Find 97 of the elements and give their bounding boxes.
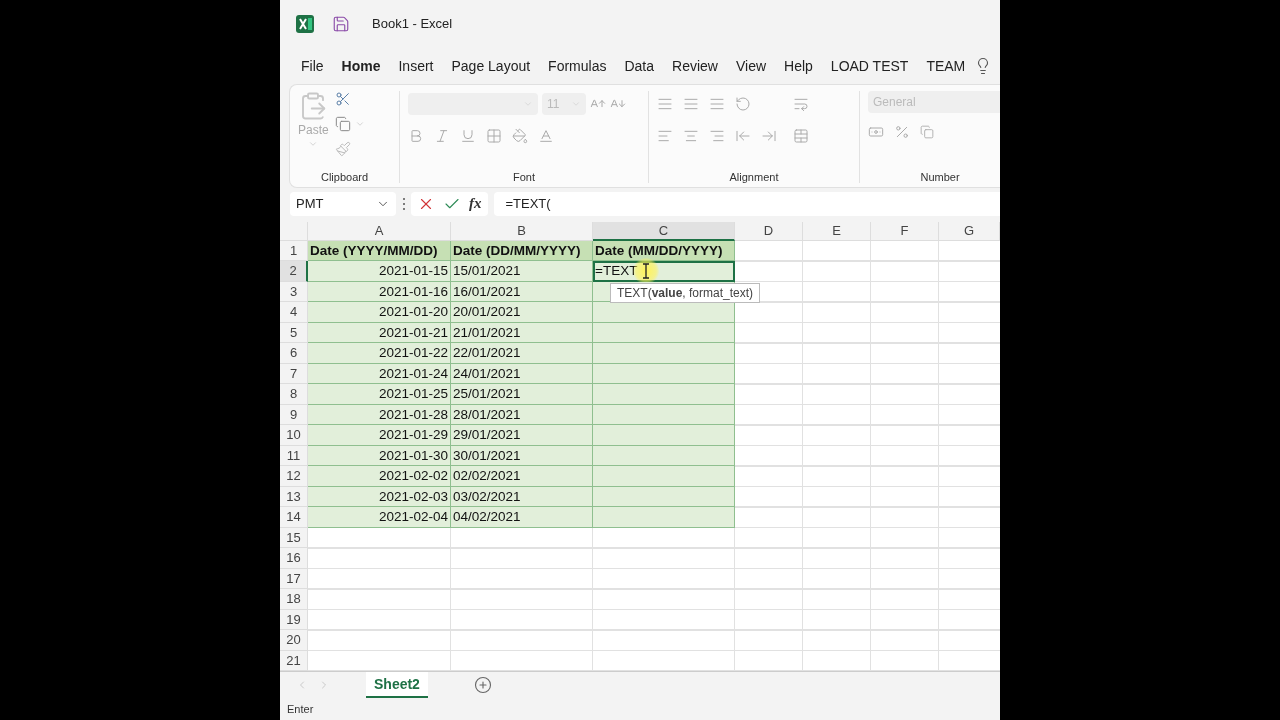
table-cell: 2021-02-03 <box>308 486 451 508</box>
table-cell: 2021-01-16 <box>308 281 451 303</box>
column-header[interactable]: B <box>451 221 593 241</box>
ribbon-tab[interactable]: Page Layout <box>442 53 540 78</box>
table-cell: 2021-02-02 <box>308 466 451 487</box>
table-cell: =TEXT <box>593 261 735 282</box>
row-header[interactable]: 19 <box>280 609 308 631</box>
ribbon-tab[interactable]: Formulas <box>539 53 616 78</box>
ribbon-tab[interactable]: TEAM <box>917 53 975 78</box>
table-cell: 2021-01-29 <box>308 425 451 446</box>
row-header[interactable]: 1 <box>280 240 308 262</box>
column-header[interactable]: C <box>593 221 735 241</box>
table-cell: 2021-01-15 <box>308 261 451 282</box>
font-color-icon[interactable] <box>538 127 554 144</box>
table-cell: 15/01/2021 <box>451 261 593 282</box>
row-header[interactable]: 11 <box>280 445 308 467</box>
underline-icon[interactable] <box>460 127 476 144</box>
group-label: Clipboard <box>319 170 370 183</box>
row-header[interactable]: 7 <box>280 363 308 385</box>
table-cell: 04/02/2021 <box>451 507 593 528</box>
row-header[interactable]: 6 <box>280 343 308 364</box>
table-cell: Date (YYYY/MM/DD) <box>308 240 451 262</box>
ribbon-tab[interactable]: Home <box>332 53 390 78</box>
row-header[interactable]: 3 <box>280 281 308 303</box>
row-header[interactable]: 16 <box>280 548 308 569</box>
table-cell: 30/01/2021 <box>451 445 593 467</box>
spreadsheet-logo-icon <box>296 14 314 33</box>
font-name-dropdown[interactable] <box>408 92 538 115</box>
window-title: Book1 - Excel <box>372 16 453 32</box>
row-header[interactable]: 20 <box>280 630 308 651</box>
orientation-icon[interactable] <box>735 95 751 112</box>
column-header[interactable]: E <box>803 221 871 241</box>
table-cell: 02/02/2021 <box>451 466 593 487</box>
ribbon-tab[interactable]: Data <box>615 53 664 78</box>
bold-icon[interactable] <box>408 127 424 144</box>
table-cell: 28/01/2021 <box>451 404 593 426</box>
table-cell: 03/02/2021 <box>451 486 593 508</box>
row-header[interactable]: 17 <box>280 568 308 590</box>
group-label: Font <box>512 170 536 183</box>
table-cell: 2021-01-24 <box>308 363 451 385</box>
row-header[interactable]: 10 <box>280 425 308 446</box>
row-header[interactable]: 9 <box>280 404 308 426</box>
table-cell: 2021-01-25 <box>308 384 451 405</box>
row-header[interactable]: 2 <box>280 261 308 282</box>
column-header[interactable]: D <box>735 221 803 241</box>
italic-icon[interactable] <box>434 127 450 144</box>
table-cell: 2021-01-20 <box>308 302 451 323</box>
table-cell: Date (DD/MM/YYYY) <box>451 240 593 262</box>
table-cell: Date (MM/DD/YYYY) <box>593 240 735 262</box>
table-cell: 29/01/2021 <box>451 425 593 446</box>
table-cell: 24/01/2021 <box>451 363 593 385</box>
row-header[interactable]: 15 <box>280 527 308 549</box>
row-header[interactable]: 4 <box>280 302 308 323</box>
ribbon-tab[interactable]: View <box>726 53 776 78</box>
function-tooltip: TEXT(value, format_text) <box>610 282 761 303</box>
row-header[interactable]: 8 <box>280 384 308 405</box>
group-label: Alignment <box>728 170 780 183</box>
column-header[interactable]: F <box>871 221 939 241</box>
table-cell: 22/01/2021 <box>451 343 593 364</box>
brush-icon[interactable] <box>334 140 351 157</box>
ribbon-tab[interactable]: Review <box>663 53 727 78</box>
table-cell: 16/01/2021 <box>451 281 593 303</box>
merge-icon[interactable] <box>793 127 809 144</box>
table-cell: 2021-01-28 <box>308 404 451 426</box>
ribbon-tab[interactable]: Help <box>775 53 822 78</box>
row-header[interactable]: 13 <box>280 486 308 508</box>
table-cell: 21/01/2021 <box>451 322 593 344</box>
fill-bucket-icon[interactable] <box>512 127 528 144</box>
row-header[interactable]: 12 <box>280 466 308 487</box>
table-cell: 2021-01-30 <box>308 445 451 467</box>
column-header[interactable]: A <box>308 221 451 241</box>
insert-function-button[interactable]: fx <box>469 195 482 213</box>
ribbon-tab[interactable]: Insert <box>389 53 443 78</box>
row-header[interactable]: 21 <box>280 650 308 672</box>
row-header[interactable]: 18 <box>280 589 308 610</box>
table-cell: 2021-01-21 <box>308 322 451 344</box>
table-cell: 2021-02-04 <box>308 507 451 528</box>
ribbon-tab[interactable]: LOAD TEST <box>821 53 918 78</box>
row-header[interactable]: 14 <box>280 507 308 528</box>
formula-field[interactable]: =TEXT( <box>493 191 1000 216</box>
table-cell: 25/01/2021 <box>451 384 593 405</box>
copy-icon[interactable] <box>334 115 351 132</box>
text-cursor-icon <box>642 263 650 280</box>
save-icon[interactable] <box>332 14 350 33</box>
row-header[interactable]: 5 <box>280 322 308 344</box>
table-cell: 2021-01-22 <box>308 343 451 364</box>
percent-icon[interactable] <box>894 123 910 140</box>
group-label: Number <box>919 170 961 183</box>
sheet-tab[interactable]: Sheet2 <box>366 671 428 698</box>
ribbon-tab[interactable]: File <box>292 53 333 78</box>
borders-icon[interactable] <box>486 127 502 144</box>
select-all-corner[interactable] <box>280 221 308 241</box>
name-box[interactable]: PMT <box>290 191 396 216</box>
table-cell: 20/01/2021 <box>451 302 593 323</box>
scissors-icon[interactable] <box>334 90 351 107</box>
column-header[interactable]: G <box>939 221 1000 241</box>
add-sheet-icon[interactable] <box>473 676 492 695</box>
